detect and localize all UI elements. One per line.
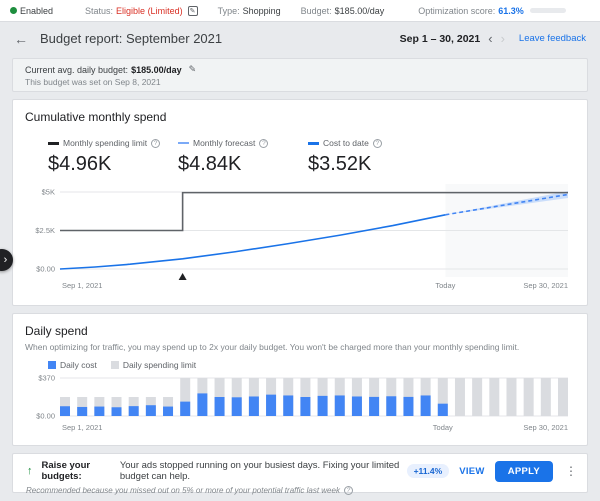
metric-value: $4.96K <box>48 153 112 175</box>
svg-text:Sep 30, 2021: Sep 30, 2021 <box>523 281 568 290</box>
enabled-status[interactable]: Enabled <box>10 6 79 16</box>
type-group: Type: Shopping <box>218 6 281 16</box>
daily-cost-swatch-icon <box>48 361 56 369</box>
daily-limit-swatch-icon <box>110 361 119 369</box>
recommendation-footnote: Recommended because you missed out on 5%… <box>26 486 577 495</box>
daily-section-subtext: When optimizing for traffic, you may spe… <box>25 342 520 352</box>
daily-legend: Daily cost Daily spending limit <box>48 360 575 370</box>
apply-button[interactable]: APPLY <box>494 460 553 482</box>
cumulative-spend-card: Cumulative monthly spend Monthly spendin… <box>12 99 588 306</box>
optimization-score-value[interactable]: 61.3% <box>498 6 524 16</box>
header-right-controls: Sep 1 – 30, 2021 ‹ › Leave feedback <box>400 32 586 45</box>
budget-set-date-note: This budget was set on Sep 8, 2021 <box>25 77 161 87</box>
metric-value: $4.84K <box>178 153 242 175</box>
svg-text:$5K: $5K <box>42 188 55 197</box>
budget-group: Budget: $185.00/day <box>301 6 385 16</box>
legend-daily-cost: Daily cost <box>48 360 97 370</box>
current-budget-label: Current avg. daily budget: <box>25 64 129 75</box>
type-value: Shopping <box>242 5 281 16</box>
enabled-dot-icon <box>10 7 17 14</box>
view-button[interactable]: VIEW <box>459 466 484 477</box>
spending-limit-marker-icon <box>48 141 59 145</box>
back-arrow-icon[interactable]: ← <box>14 31 28 47</box>
uplift-badge: +11.4% <box>406 464 450 478</box>
raise-budget-arrow-icon: ↑ <box>27 465 33 477</box>
cumulative-metrics-row: Monthly spending limit ? $4.96K Monthly … <box>48 138 575 176</box>
page-header: ← Budget report: September 2021 Sep 1 – … <box>0 22 600 55</box>
enabled-label: Enabled <box>20 5 54 16</box>
edit-budget-pencil-icon[interactable]: ✎ <box>189 64 197 75</box>
status-label: Status: <box>85 5 114 16</box>
forecast-marker-icon <box>178 142 189 144</box>
cost-to-date-marker-icon <box>308 141 319 145</box>
metric-label: Cost to date <box>323 138 369 148</box>
cumulative-section-title: Cumulative monthly spend <box>25 110 167 124</box>
campaign-status-bar: Enabled Status: Eligible (Limited) ✎ Typ… <box>0 0 600 22</box>
main-content: Current avg. daily budget: $185.00/day ✎… <box>0 55 600 495</box>
help-info-icon[interactable]: ? <box>259 138 269 148</box>
svg-text:Today: Today <box>433 423 453 432</box>
overflow-menu-icon[interactable]: ⋮ <box>565 464 577 478</box>
current-budget-value: $185.00/day <box>131 64 182 75</box>
daily-spend-chart[interactable]: $0.00 $370 Sep 1, 2021 Today Sep 30, 2021 <box>25 372 576 436</box>
svg-text:$370: $370 <box>38 374 55 383</box>
svg-text:$2.5K: $2.5K <box>35 226 55 235</box>
recommendation-body: Your ads stopped running on your busiest… <box>119 460 400 482</box>
current-budget-card: Current avg. daily budget: $185.00/day ✎… <box>12 58 588 92</box>
daily-section-title: Daily spend <box>25 324 88 338</box>
drawer-chevron-icon: › <box>3 254 8 266</box>
help-info-icon[interactable]: ? <box>372 138 382 148</box>
recommendation-title: Raise your budgets: <box>41 460 91 482</box>
svg-text:Sep 1, 2021: Sep 1, 2021 <box>62 281 102 290</box>
status-group: Status: Eligible (Limited) ✎ <box>85 5 212 16</box>
help-info-icon[interactable]: ? <box>343 486 353 495</box>
budget-value[interactable]: $185.00/day <box>335 6 385 16</box>
metric-value: $3.52K <box>308 153 372 175</box>
recommendation-card: ↑ Raise your budgets: Your ads stopped r… <box>12 453 588 495</box>
page-title: Budget report: September 2021 <box>40 31 223 46</box>
cumulative-spend-chart[interactable]: $0.00 $2.5K $5K Sep 1, 2021 Today Sep 30, 202… <box>25 184 576 292</box>
optimization-score-group: Optimization score: 61.3% <box>418 6 566 16</box>
svg-text:Sep 1, 2021: Sep 1, 2021 <box>62 423 102 432</box>
svg-text:Sep 30, 2021: Sep 30, 2021 <box>523 423 568 432</box>
svg-text:$0.00: $0.00 <box>36 412 55 421</box>
svg-text:$0.00: $0.00 <box>36 265 55 274</box>
current-budget-line: Current avg. daily budget: $185.00/day ✎ <box>25 64 575 75</box>
optimization-score-bar <box>529 8 566 13</box>
prev-period-chevron-icon[interactable]: ‹ <box>488 32 492 45</box>
leave-feedback-link[interactable]: Leave feedback <box>519 33 586 44</box>
metric-cost-to-date: Cost to date ? $3.52K <box>308 138 424 176</box>
status-value[interactable]: Eligible (Limited) <box>116 6 183 16</box>
optimization-score-label: Optimization score: <box>418 5 496 16</box>
status-edit-icon[interactable]: ✎ <box>187 5 198 16</box>
help-info-icon[interactable]: ? <box>151 138 161 148</box>
budget-label: Budget: <box>300 5 332 16</box>
metric-monthly-forecast: Monthly forecast ? $4.84K <box>178 138 294 176</box>
type-label: Type: <box>217 5 240 16</box>
svg-text:Today: Today <box>435 281 455 290</box>
metric-label: Monthly spending limit <box>63 138 148 148</box>
next-period-chevron-icon: › <box>500 31 505 46</box>
metric-monthly-spending-limit: Monthly spending limit ? $4.96K <box>48 138 164 176</box>
legend-daily-spending-limit: Daily spending limit <box>110 360 196 370</box>
daily-spend-card: Daily spend When optimizing for traffic,… <box>12 313 588 446</box>
metric-label: Monthly forecast <box>193 138 256 148</box>
date-range[interactable]: Sep 1 – 30, 2021 <box>400 33 481 45</box>
